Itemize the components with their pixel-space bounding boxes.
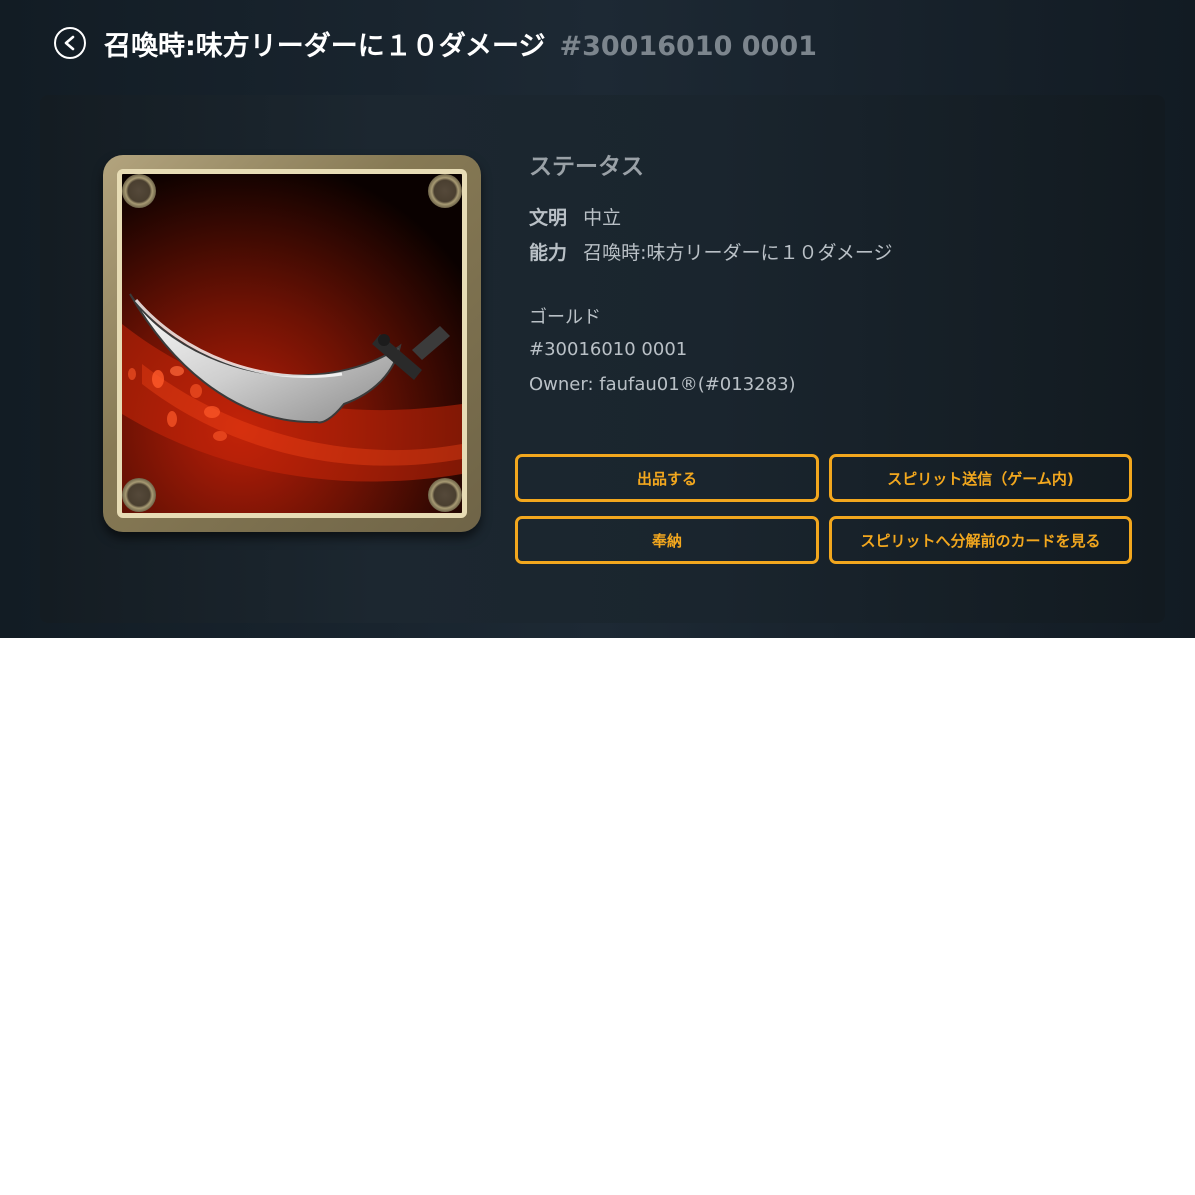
frame-rivet-top-right: [428, 174, 462, 208]
card-image: [103, 155, 481, 532]
list-for-sale-button[interactable]: 出品する: [515, 454, 819, 502]
page-title: 召喚時:味方リーダーに１０ダメージ: [104, 31, 546, 62]
status-heading: ステータス: [529, 154, 644, 180]
chevron-left-icon: [64, 35, 75, 51]
attribute-key: 文明: [529, 207, 568, 229]
rarity-label: ゴールド: [529, 307, 601, 328]
sword-illustration: [122, 174, 462, 513]
frame-rivet-bottom-left: [122, 478, 156, 512]
card-art: [117, 169, 467, 518]
frame-rivet-bottom-right: [428, 478, 462, 512]
offer-button[interactable]: 奉納: [515, 516, 819, 564]
page-header: 召喚時:味方リーダーに１０ダメージ #30016010 0001: [0, 0, 1195, 88]
attribute-ability: 能力 召喚時:味方リーダーに１０ダメージ: [529, 238, 893, 265]
owner-label: Owner: faufau01®(#013283): [529, 374, 796, 395]
serial-label: #30016010 0001: [529, 339, 688, 360]
title-row: 召喚時:味方リーダーに１０ダメージ #30016010 0001: [104, 24, 817, 64]
serial-number: #30016010 0001: [559, 31, 817, 62]
attribute-civilization: 文明 中立: [529, 203, 621, 230]
frame-rivet-top-left: [122, 174, 156, 208]
send-spirit-button[interactable]: スピリット送信（ゲーム内): [829, 454, 1132, 502]
item-detail-view: 召喚時:味方リーダーに１０ダメージ #30016010 0001 ステータス 文…: [0, 0, 1195, 638]
back-button[interactable]: [54, 27, 86, 59]
attribute-key: 能力: [529, 242, 568, 264]
attribute-value: 召喚時:味方リーダーに１０ダメージ: [583, 242, 893, 264]
view-original-card-button[interactable]: スピリットへ分解前のカードを見る: [829, 516, 1132, 564]
attribute-value: 中立: [583, 207, 622, 229]
